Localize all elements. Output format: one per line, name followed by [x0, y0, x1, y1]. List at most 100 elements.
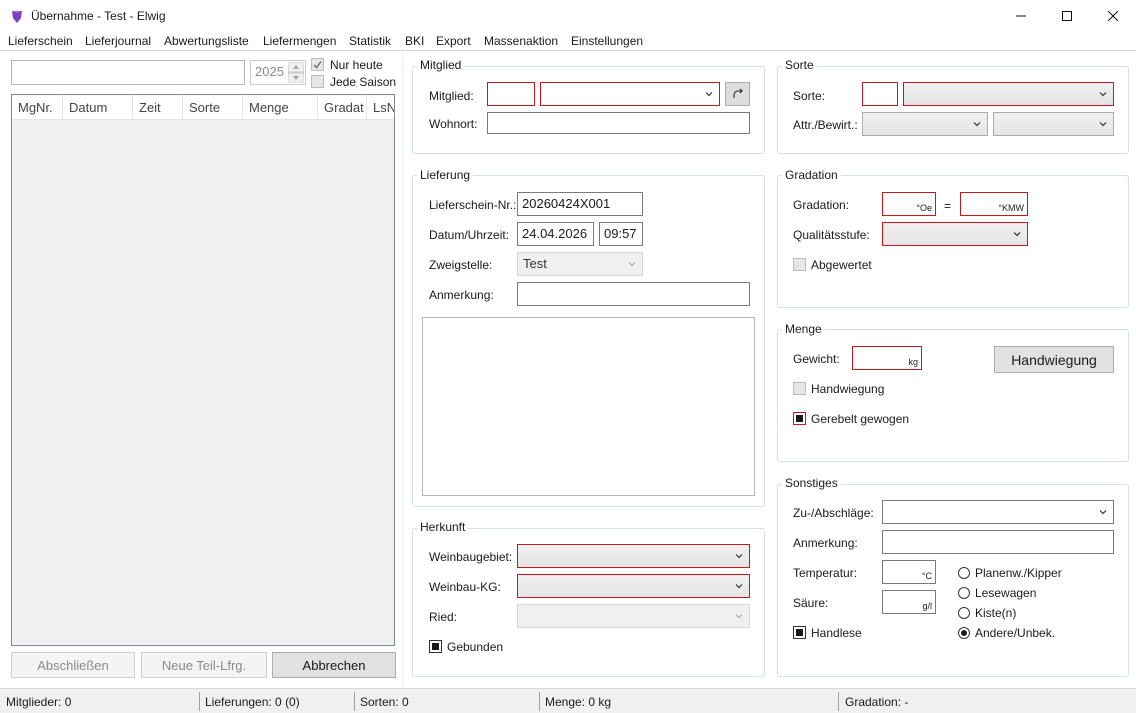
radio-lesewagen[interactable]: [958, 587, 970, 599]
saeure-input[interactable]: g/l: [882, 590, 936, 614]
kg-unit: kg: [908, 357, 918, 367]
datum-label: Datum/Uhrzeit:: [429, 228, 510, 242]
gerebelt-gewogen-checkbox[interactable]: [793, 412, 806, 425]
datum-input[interactable]: 24.04.2026: [517, 222, 594, 246]
temperatur-input[interactable]: °C: [882, 560, 936, 584]
minimize-icon: [1016, 15, 1026, 17]
deliveries-list[interactable]: MgNr. Datum Zeit Sorte Menge Gradat LsN: [11, 94, 395, 646]
window-title: Übernahme - Test - Elwig: [31, 9, 166, 23]
bewirtschaftung-select[interactable]: [993, 112, 1114, 136]
gewicht-input[interactable]: kg: [852, 346, 922, 370]
weinbaugebiet-label: Weinbaugebiet:: [429, 550, 513, 564]
gradation-oe-input[interactable]: °Oe: [882, 192, 936, 216]
col-zeit[interactable]: Zeit: [133, 95, 183, 120]
maximize-button[interactable]: [1044, 0, 1090, 32]
menu-massenaktion[interactable]: Massenaktion: [484, 34, 558, 48]
col-gradation[interactable]: Gradat: [318, 95, 367, 120]
chevron-down-icon: [1099, 92, 1107, 97]
menu-statistik[interactable]: Statistik: [349, 34, 391, 48]
anmerkung-input[interactable]: [517, 282, 750, 306]
chevron-down-icon: [705, 92, 713, 97]
anmerkung-label: Anmerkung:: [429, 288, 494, 302]
abbrechen-button[interactable]: Abbrechen: [272, 652, 396, 678]
menu-liefermengen[interactable]: Liefermengen: [263, 34, 336, 48]
close-button[interactable]: [1090, 0, 1136, 32]
col-mgnr[interactable]: MgNr.: [12, 95, 63, 120]
sorte-select[interactable]: [903, 82, 1114, 106]
chevron-down-icon: [628, 262, 636, 267]
year-spinner-icon[interactable]: [288, 62, 304, 83]
handlese-checkbox[interactable]: [793, 626, 806, 639]
equals-sign: =: [944, 199, 952, 213]
minimize-button[interactable]: [998, 0, 1044, 32]
lsnr-label: Lieferschein-Nr.:: [429, 198, 517, 212]
ried-select[interactable]: [517, 604, 750, 628]
chevron-down-icon: [1013, 232, 1021, 237]
col-datum[interactable]: Datum: [63, 95, 133, 120]
zu-abschlaege-label: Zu-/Abschläge:: [793, 506, 874, 520]
weinbau-kg-label: Weinbau-KG:: [429, 580, 501, 594]
chevron-down-icon: [735, 554, 743, 559]
sonstiges-anmerkung-input[interactable]: [882, 530, 1114, 554]
chevron-down-icon: [735, 614, 743, 619]
attribut-select[interactable]: [862, 112, 988, 136]
ried-label: Ried:: [429, 610, 458, 624]
uhrzeit-input[interactable]: 09:57: [599, 222, 643, 246]
mitglied-select[interactable]: [540, 82, 720, 106]
zweigstelle-label: Zweigstelle:: [429, 258, 493, 272]
radio-kisten[interactable]: [958, 607, 970, 619]
jede-saison-label: Jede Saison: [330, 75, 397, 89]
col-sorte[interactable]: Sorte: [183, 95, 243, 120]
weinbau-kg-select[interactable]: [517, 574, 750, 598]
mitglied-refresh-button[interactable]: [725, 82, 750, 106]
status-menge: Menge: 0 kg: [545, 695, 612, 709]
lsnr-input[interactable]: 20260424X001: [517, 192, 643, 216]
lieferung-notes-area[interactable]: [422, 317, 755, 496]
zweigstelle-select[interactable]: Test: [517, 252, 643, 276]
status-separator: [838, 692, 839, 711]
gerebelt-gewogen-label: Gerebelt gewogen: [811, 412, 910, 426]
menu-lieferjournal[interactable]: Lieferjournal: [85, 34, 151, 48]
menu-einstellungen[interactable]: Einstellungen: [571, 34, 643, 48]
qualitaetsstufe-select[interactable]: [882, 222, 1028, 246]
chevron-down-icon: [1099, 122, 1107, 127]
radio-andere[interactable]: [958, 627, 970, 639]
nur-heute-checkbox[interactable]: [311, 58, 324, 71]
sorte-code-input[interactable]: [862, 82, 898, 106]
status-separator: [199, 692, 200, 711]
status-separator: [539, 692, 540, 711]
herkunft-group-title: Herkunft: [417, 520, 469, 534]
search-input[interactable]: [11, 60, 245, 85]
close-icon: [1108, 11, 1118, 21]
list-header: MgNr. Datum Zeit Sorte Menge Gradat LsN: [12, 95, 394, 120]
handlese-label: Handlese: [811, 626, 862, 640]
wohnort-input[interactable]: [487, 112, 750, 134]
nur-heute-label: Nur heute: [330, 58, 383, 72]
panel-splitter[interactable]: [402, 51, 403, 687]
zu-abschlaege-select[interactable]: [882, 500, 1114, 524]
menu-bki[interactable]: BKI: [405, 34, 424, 48]
gebunden-checkbox[interactable]: [429, 640, 442, 653]
menu-abwertungsliste[interactable]: Abwertungsliste: [164, 34, 249, 48]
menu-lieferschein[interactable]: Lieferschein: [8, 34, 73, 48]
celsius-unit: °C: [921, 571, 932, 581]
mitglied-group: [412, 66, 765, 154]
handwiegung-checkbox[interactable]: [793, 382, 806, 395]
col-menge[interactable]: Menge: [243, 95, 318, 120]
gradation-kmw-input[interactable]: °KMW: [960, 192, 1028, 216]
abschliessen-button[interactable]: Abschließen: [11, 652, 135, 678]
abgewertet-checkbox[interactable]: [793, 258, 806, 271]
jede-saison-checkbox[interactable]: [311, 75, 324, 88]
chevron-down-icon: [973, 122, 981, 127]
neue-teil-lieferung-button[interactable]: Neue Teil-Lfrg.: [141, 652, 267, 678]
weinbaugebiet-select[interactable]: [517, 544, 750, 568]
menu-export[interactable]: Export: [436, 34, 471, 48]
radio-planenwagen[interactable]: [958, 567, 970, 579]
mitglied-nr-input[interactable]: [487, 82, 535, 106]
menu-bar: Lieferschein Lieferjournal Abwertungslis…: [0, 32, 1136, 50]
handwiegung-button[interactable]: Handwiegung: [994, 346, 1114, 373]
year-input[interactable]: 2025: [250, 60, 306, 85]
abgewertet-label: Abgewertet: [811, 258, 872, 272]
col-lsnr[interactable]: LsN: [367, 95, 394, 120]
sonstiges-group-title: Sonstiges: [782, 476, 841, 490]
